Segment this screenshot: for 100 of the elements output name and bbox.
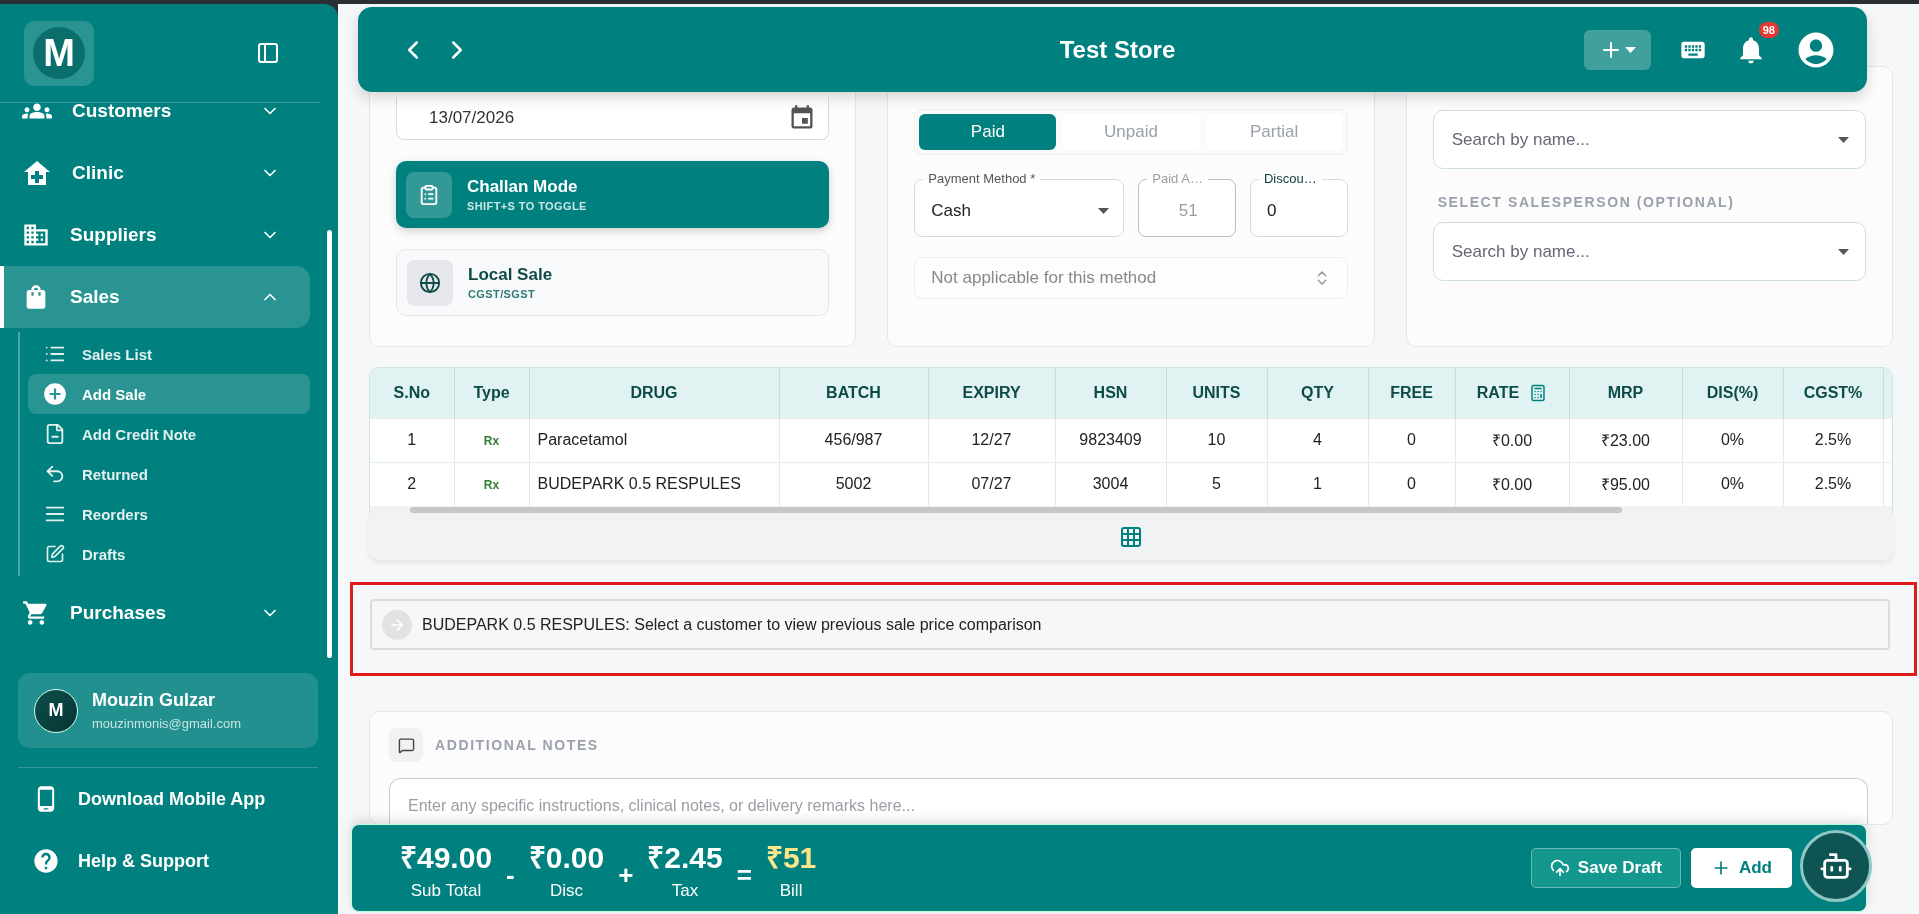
column-header: FREE — [1368, 368, 1455, 418]
table-cell: 1 — [370, 418, 454, 462]
sidebar-link[interactable]: Help & Support — [0, 830, 338, 892]
operator-sign: + — [618, 859, 634, 891]
help-icon — [32, 847, 60, 875]
submenu-item[interactable]: Returned — [28, 454, 310, 494]
globe-icon — [419, 271, 441, 294]
column-header: QTY — [1267, 368, 1368, 418]
add-button[interactable]: Add — [1690, 848, 1792, 888]
customer-select[interactable]: Search by name... — [1432, 110, 1866, 169]
column-header: MRP — [1569, 368, 1682, 418]
arrow-right-icon — [382, 609, 412, 640]
return-arrow-icon — [44, 463, 66, 485]
status-tab[interactable]: Paid — [919, 114, 1057, 150]
table-cell: Paracetamol — [529, 418, 779, 462]
cloud-upload-icon — [1549, 858, 1570, 878]
user-email: mouzinmonis@gmail.com — [92, 716, 242, 731]
file-minus-icon — [44, 423, 66, 445]
salesperson-label: SELECT SALESPERSON (OPTIONAL) — [1437, 194, 1736, 210]
sidebar-item[interactable]: Purchases — [0, 582, 310, 644]
reference-select[interactable]: Not applicable for this method — [914, 257, 1348, 299]
table-cell: 12/27 — [928, 418, 1055, 462]
submenu-item[interactable]: Add Sale — [28, 374, 310, 414]
table-cell: 0% — [1682, 418, 1783, 462]
salesperson-select[interactable]: Search by name... — [1432, 222, 1866, 281]
column-header: RATE — [1455, 368, 1569, 418]
table-cell: 456/987 — [779, 418, 928, 462]
sidebar-item[interactable]: Sales — [0, 266, 310, 328]
column-header: BATCH — [779, 368, 928, 418]
grid-icon[interactable] — [1119, 525, 1143, 549]
table-cell: 4 — [1267, 418, 1368, 462]
sidebar-item[interactable]: Customers — [0, 103, 310, 142]
mode-subtitle: SHIFT+S TO TOGGLE — [467, 200, 587, 212]
caret-icon — [1838, 248, 1849, 255]
status-tab[interactable]: Partial — [1205, 114, 1343, 150]
notes-field[interactable]: Enter any specific instructions, clinical notes, or delivery remarks here... — [389, 778, 1868, 824]
caret-icon — [1098, 208, 1110, 214]
mode-title: Challan Mode — [467, 177, 579, 197]
total-amount: ₹49.00 — [400, 839, 493, 876]
total-amount: ₹51 — [765, 839, 817, 876]
type-tag: Rx — [454, 418, 529, 462]
table-cell: 9823409 — [1055, 418, 1166, 462]
column-header: UNITS — [1166, 368, 1267, 418]
column-header: DRUG — [529, 368, 779, 418]
collapse-sidebar-button[interactable] — [256, 41, 280, 65]
clipboard-icon — [418, 183, 440, 206]
logo: M — [24, 20, 94, 86]
table-cell: 10 — [1166, 418, 1267, 462]
payment-method-select[interactable]: Payment Method * Cash — [914, 171, 1125, 237]
scrollbar-thumb[interactable] — [327, 230, 332, 658]
notice-text: BUDEPARK 0.5 RESPULES: Select a customer to view previous sale price comparison — [422, 615, 1042, 634]
submenu-item[interactable]: Drafts — [28, 534, 310, 574]
mode-subtitle: CGST/SGST — [468, 288, 537, 300]
sidebar-item[interactable]: Clinic — [0, 142, 310, 204]
submenu-item[interactable]: Reorders — [28, 494, 310, 534]
field-label: Paid A… — [1151, 171, 1204, 187]
date-value: 13/07/2026 — [429, 108, 515, 128]
sidebar-item[interactable]: Suppliers — [0, 204, 310, 266]
submenu-item[interactable]: Add Credit Note — [28, 414, 310, 454]
field-value: 0 — [1267, 201, 1277, 221]
notification-badge: 98 — [1758, 21, 1779, 38]
mode-toggle[interactable]: Challan Mode SHIFT+S TO TOGGLE — [396, 161, 830, 228]
field-value: 51 — [1178, 201, 1198, 221]
message-icon — [389, 728, 423, 762]
table-cell: 0 — [1368, 418, 1455, 462]
input-field[interactable]: Discou… 0 — [1250, 171, 1348, 237]
status-tab[interactable]: Unpaid — [1062, 114, 1200, 150]
field-label: Discou… — [1263, 171, 1318, 187]
user-avatar: M — [34, 688, 78, 733]
store-title: Test Store — [1059, 35, 1176, 64]
caret-icon — [1838, 136, 1849, 143]
column-header: HSN — [1055, 368, 1166, 418]
column-header: EXPIRY — [928, 368, 1055, 418]
date-field[interactable]: 13/07/2026 — [396, 97, 830, 140]
notes-input[interactable]: Enter any specific instructions, clinical notes, or delivery remarks here... — [402, 789, 1855, 824]
total-amount: ₹2.45 — [647, 839, 723, 876]
caret-icon — [1625, 46, 1636, 53]
save-draft-button[interactable]: Save Draft — [1530, 848, 1681, 888]
submenu-item[interactable]: Sales List — [28, 334, 310, 374]
user-card[interactable]: M Mouzin Gulzar mouzinmonis@gmail.com — [18, 673, 318, 748]
scrollbar-thumb[interactable] — [410, 507, 1622, 513]
column-header: CGST% — [1783, 368, 1883, 418]
operator-sign: = — [736, 859, 752, 891]
user-name: Mouzin Gulzar — [92, 690, 216, 711]
calculator-icon — [1529, 383, 1548, 402]
total-label: Disc — [549, 880, 583, 901]
field-label: Payment Method * — [927, 171, 1037, 187]
operator-sign: - — [506, 859, 515, 891]
mode-title: Local Sale — [468, 265, 553, 285]
edit-icon — [45, 544, 65, 564]
sidebar-link[interactable]: Download Mobile App — [0, 768, 338, 830]
house-plus-icon — [22, 159, 52, 187]
table-cell: ₹23.00 — [1569, 418, 1682, 462]
mode-toggle[interactable]: Local Sale CGST/SGST — [396, 249, 830, 316]
column-header: Type — [454, 368, 529, 418]
notes-title: ADDITIONAL NOTES — [435, 737, 599, 753]
column-header: S.No — [370, 368, 454, 418]
add-menu-button[interactable] — [1584, 29, 1651, 70]
total-amount: ₹0.00 — [528, 839, 605, 876]
field-value: Cash — [931, 201, 971, 221]
